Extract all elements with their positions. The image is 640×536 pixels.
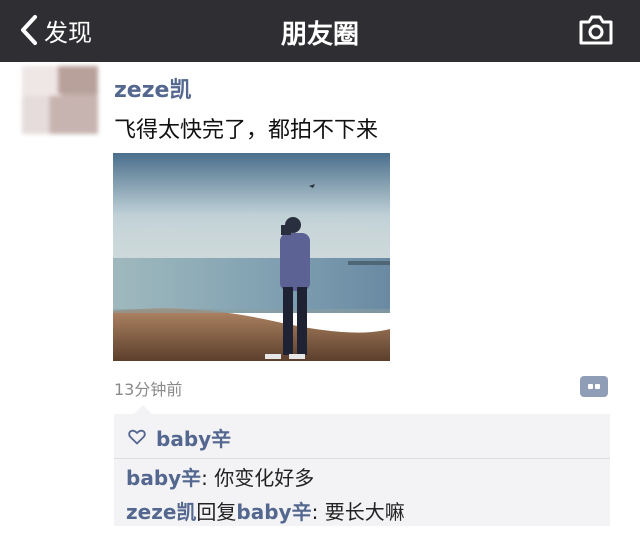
post-photo[interactable] bbox=[113, 153, 390, 361]
page-title: 朋友圈 bbox=[280, 20, 359, 50]
comment-author[interactable]: zeze凯 bbox=[126, 500, 196, 524]
post-author-name[interactable]: zeze凯 bbox=[114, 72, 191, 104]
comment-separator: : bbox=[311, 500, 325, 524]
reply-to-user[interactable]: baby辛 bbox=[236, 500, 311, 524]
post-text: 飞得太快完了，都拍不下来 bbox=[114, 118, 379, 143]
comment-item[interactable]: baby辛: 你变化好多 bbox=[126, 462, 314, 491]
comment-item[interactable]: zeze凯回复baby辛: 要长大嘛 bbox=[126, 496, 405, 525]
comment-button[interactable] bbox=[580, 376, 608, 397]
comment-text: 要长大嘛 bbox=[324, 500, 405, 524]
camera-icon[interactable] bbox=[578, 14, 614, 46]
reply-word: 回复 bbox=[196, 500, 237, 524]
likes-row: baby辛 bbox=[128, 422, 231, 452]
liker-name[interactable]: baby辛 bbox=[156, 423, 231, 452]
post-timestamp: 13分钟前 bbox=[114, 380, 183, 399]
divider bbox=[114, 458, 610, 459]
author-avatar[interactable] bbox=[22, 66, 98, 134]
top-navigation-bar: 发现 朋友圈 bbox=[0, 0, 640, 62]
comment-author[interactable]: baby辛 bbox=[126, 466, 201, 490]
likes-and-comments-panel: baby辛 baby辛: 你变化好多 zeze凯回复baby辛: 要长大嘛 bbox=[114, 405, 610, 526]
comment-separator: : bbox=[201, 466, 215, 490]
comment-text: 你变化好多 bbox=[214, 466, 315, 490]
heart-icon bbox=[128, 429, 146, 445]
